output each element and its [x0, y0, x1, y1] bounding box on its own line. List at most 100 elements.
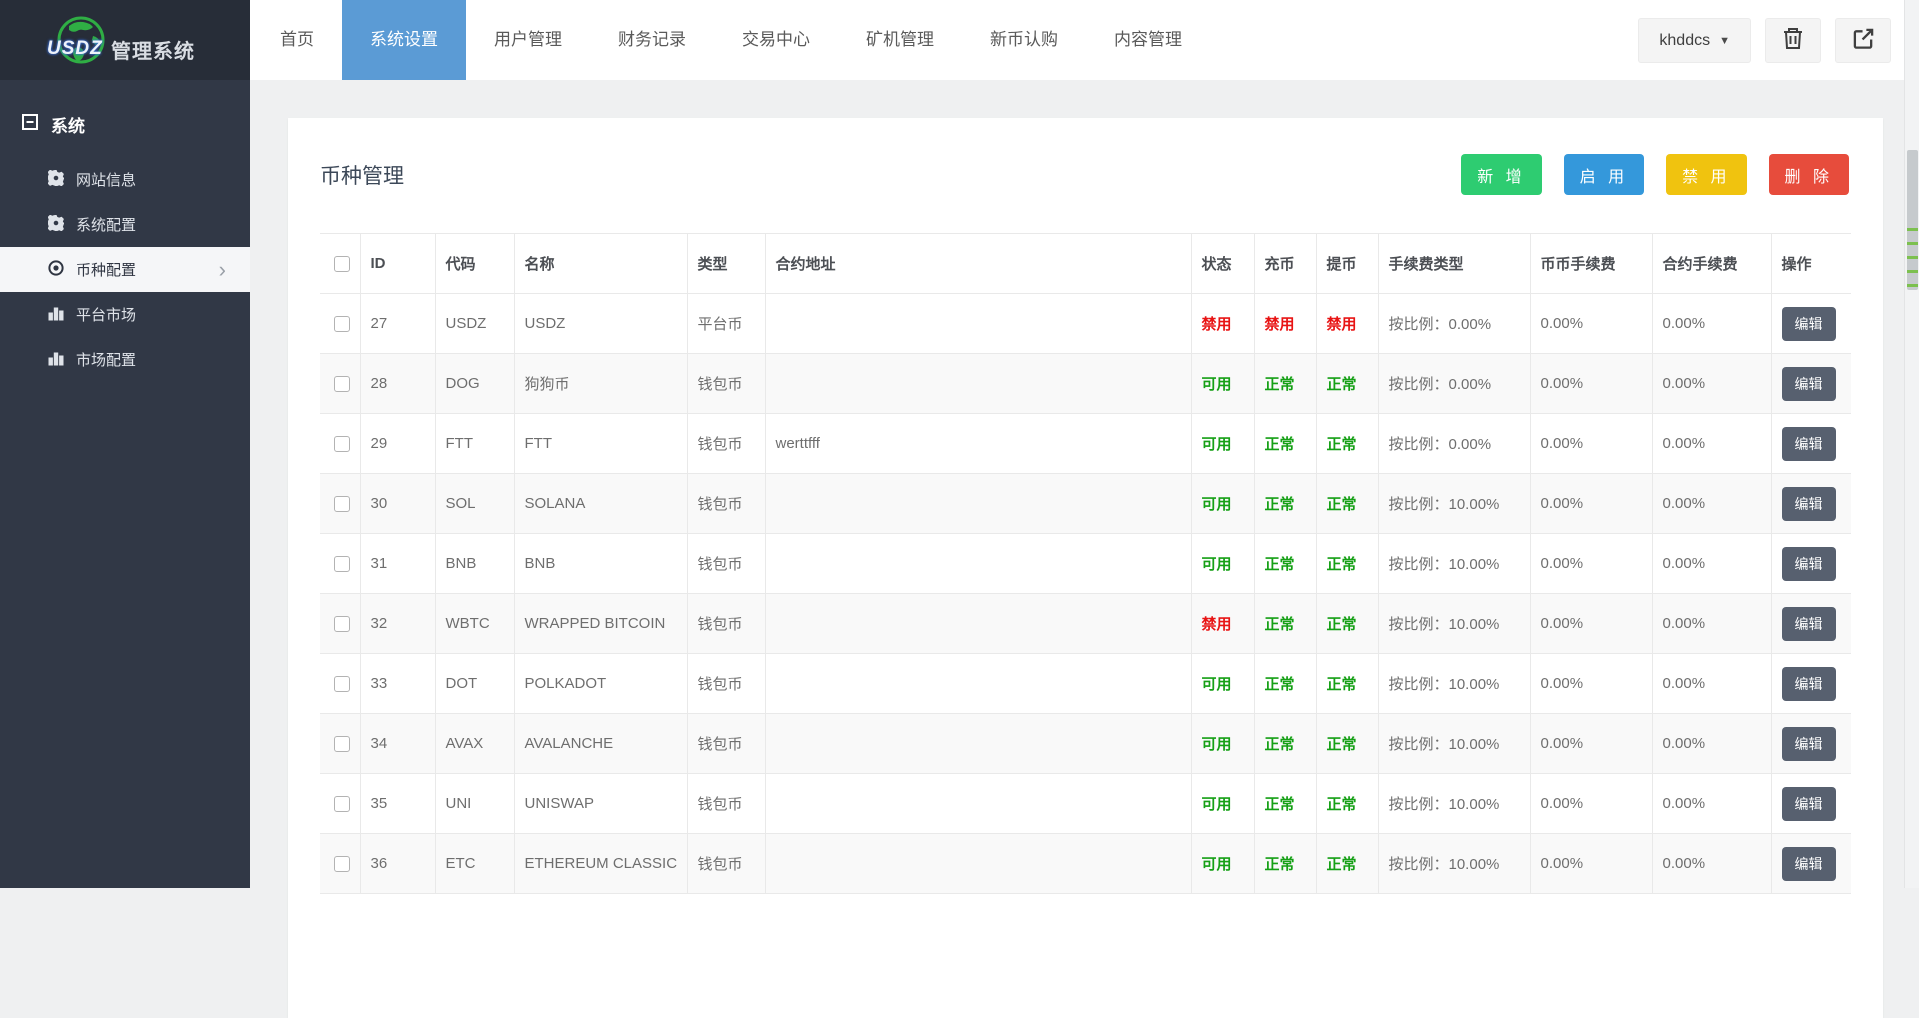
cell-code: AVAX [434, 713, 515, 774]
cell-contract [764, 773, 1192, 834]
nav-tab[interactable]: 财务记录 [590, 0, 714, 80]
row-checkbox[interactable] [334, 855, 350, 872]
select-all-checkbox[interactable] [334, 255, 350, 272]
col-name: 名称 [513, 233, 688, 294]
cell-id: 32 [359, 593, 436, 654]
sidebar-section-system[interactable]: 系统 [0, 80, 250, 147]
cell-contract-fee: 0.00% [1651, 533, 1772, 594]
cell-type: 钱包币 [686, 473, 766, 534]
cell-coin-fee: 0.00% [1529, 413, 1653, 474]
cell-name: POLKADOT [513, 653, 688, 714]
cell-fee-type: 按比例：10.00% [1377, 473, 1531, 534]
edit-button[interactable]: 编辑 [1781, 306, 1836, 341]
nav-tab[interactable]: 用户管理 [466, 0, 590, 80]
logout-icon [1852, 27, 1875, 55]
edit-button[interactable]: 编辑 [1781, 486, 1836, 521]
cell-fee-type: 按比例：0.00% [1377, 293, 1531, 354]
topbar-controls: khddcs ▼ [1638, 18, 1891, 63]
cell-fee-type: 按比例：10.00% [1377, 833, 1531, 894]
col-deposit: 充币 [1253, 233, 1317, 294]
cell-status: 可用 [1190, 473, 1255, 534]
nav-tab[interactable]: 交易中心 [714, 0, 838, 80]
clear-cache-button[interactable] [1765, 18, 1821, 63]
row-checkbox[interactable] [334, 795, 350, 812]
nav-tab[interactable]: 首页 [252, 0, 342, 80]
cell-contract [764, 353, 1192, 414]
edit-button[interactable]: 编辑 [1781, 366, 1836, 401]
cell-id: 27 [359, 293, 436, 354]
col-type: 类型 [686, 233, 766, 294]
edit-button[interactable]: 编辑 [1781, 426, 1836, 461]
cell-id: 28 [359, 353, 436, 414]
cell-coin-fee: 0.00% [1529, 833, 1653, 894]
cell-contract-fee: 0.00% [1651, 593, 1772, 654]
row-checkbox[interactable] [334, 735, 350, 752]
edit-button[interactable]: 编辑 [1781, 786, 1836, 821]
scrollbar-find-mark [1907, 256, 1918, 259]
cell-withdraw: 正常 [1315, 533, 1379, 594]
row-checkbox[interactable] [334, 615, 350, 632]
col-op: 操作 [1770, 233, 1851, 294]
sidebar-item[interactable]: 网站信息 [0, 157, 250, 202]
sidebar-item[interactable]: 系统配置 [0, 202, 250, 247]
row-checkbox[interactable] [334, 435, 350, 452]
brand-text: USDZ [47, 38, 103, 59]
cell-status: 可用 [1190, 653, 1255, 714]
edit-button[interactable]: 编辑 [1781, 606, 1836, 641]
edit-button[interactable]: 编辑 [1781, 726, 1836, 761]
action-button[interactable]: 禁 用 [1666, 154, 1747, 195]
table-row: 35 UNI UNISWAP 钱包币 可用 正常 正常 按比例：10.00% 0… [320, 773, 1851, 834]
sidebar-item[interactable]: 币种配置 › [0, 247, 250, 292]
row-checkbox[interactable] [334, 315, 350, 332]
row-checkbox[interactable] [334, 495, 350, 512]
cell-coin-fee: 0.00% [1529, 773, 1653, 834]
row-checkbox[interactable] [334, 375, 350, 392]
nav-tab[interactable]: 矿机管理 [838, 0, 962, 80]
sidebar-item[interactable]: 平台市场 [0, 292, 250, 337]
cell-contract [764, 293, 1192, 354]
scrollbar-find-mark [1907, 228, 1918, 231]
cell-fee-type: 按比例：10.00% [1377, 773, 1531, 834]
action-button[interactable]: 启 用 [1563, 154, 1645, 195]
cell-contract-fee: 0.00% [1651, 473, 1772, 534]
col-fee-type: 手续费类型 [1377, 233, 1531, 294]
action-button[interactable]: 删 除 [1768, 154, 1849, 195]
nav-tab[interactable]: 新币认购 [962, 0, 1086, 80]
cell-contract-fee: 0.00% [1651, 833, 1772, 894]
logout-button[interactable] [1835, 18, 1891, 63]
sidebar-section-label: 系统 [51, 117, 85, 136]
cell-deposit: 正常 [1253, 713, 1317, 774]
cell-id: 36 [359, 833, 436, 894]
table-row: 30 SOL SOLANA 钱包币 可用 正常 正常 按比例：10.00% 0.… [320, 473, 1851, 534]
cell-status: 禁用 [1190, 593, 1255, 654]
nav-tab[interactable]: 系统设置 [342, 0, 466, 80]
cell-status: 禁用 [1190, 293, 1255, 354]
user-menu-button[interactable]: khddcs ▼ [1638, 18, 1751, 63]
row-checkbox[interactable] [334, 555, 350, 572]
action-button[interactable]: 新 增 [1461, 154, 1542, 195]
cell-deposit: 正常 [1253, 473, 1317, 534]
app-title: 管理系统 [111, 41, 195, 63]
scrollbar-thumb[interactable] [1907, 150, 1918, 290]
cell-fee-type: 按比例：10.00% [1377, 653, 1531, 714]
nav-tab[interactable]: 内容管理 [1086, 0, 1210, 80]
content-card: 币种管理 新 增 启 用 禁 用 删 除 ID 代码 名称 类型 合约地址 状态… [288, 118, 1883, 1018]
cell-contract [764, 653, 1192, 714]
cell-contract: werttfff [764, 413, 1192, 474]
window-scrollbar[interactable] [1904, 0, 1919, 888]
cell-coin-fee: 0.00% [1529, 353, 1653, 414]
scrollbar-find-mark [1907, 284, 1918, 287]
table-row: 33 DOT POLKADOT 钱包币 可用 正常 正常 按比例：10.00% … [320, 653, 1851, 714]
edit-button[interactable]: 编辑 [1781, 546, 1836, 581]
cell-code: FTT [434, 413, 515, 474]
sidebar-item[interactable]: 市场配置 [0, 337, 250, 382]
cell-name: SOLANA [513, 473, 688, 534]
sidebar-item-label: 网站信息 [76, 172, 137, 189]
table-header-row: ID 代码 名称 类型 合约地址 状态 充币 提币 手续费类型 币币手续费 合约… [320, 233, 1851, 294]
cell-coin-fee: 0.00% [1529, 473, 1653, 534]
cell-code: DOT [434, 653, 515, 714]
row-checkbox[interactable] [334, 675, 350, 692]
edit-button[interactable]: 编辑 [1781, 846, 1836, 881]
edit-button[interactable]: 编辑 [1781, 666, 1836, 701]
cell-status: 可用 [1190, 713, 1255, 774]
